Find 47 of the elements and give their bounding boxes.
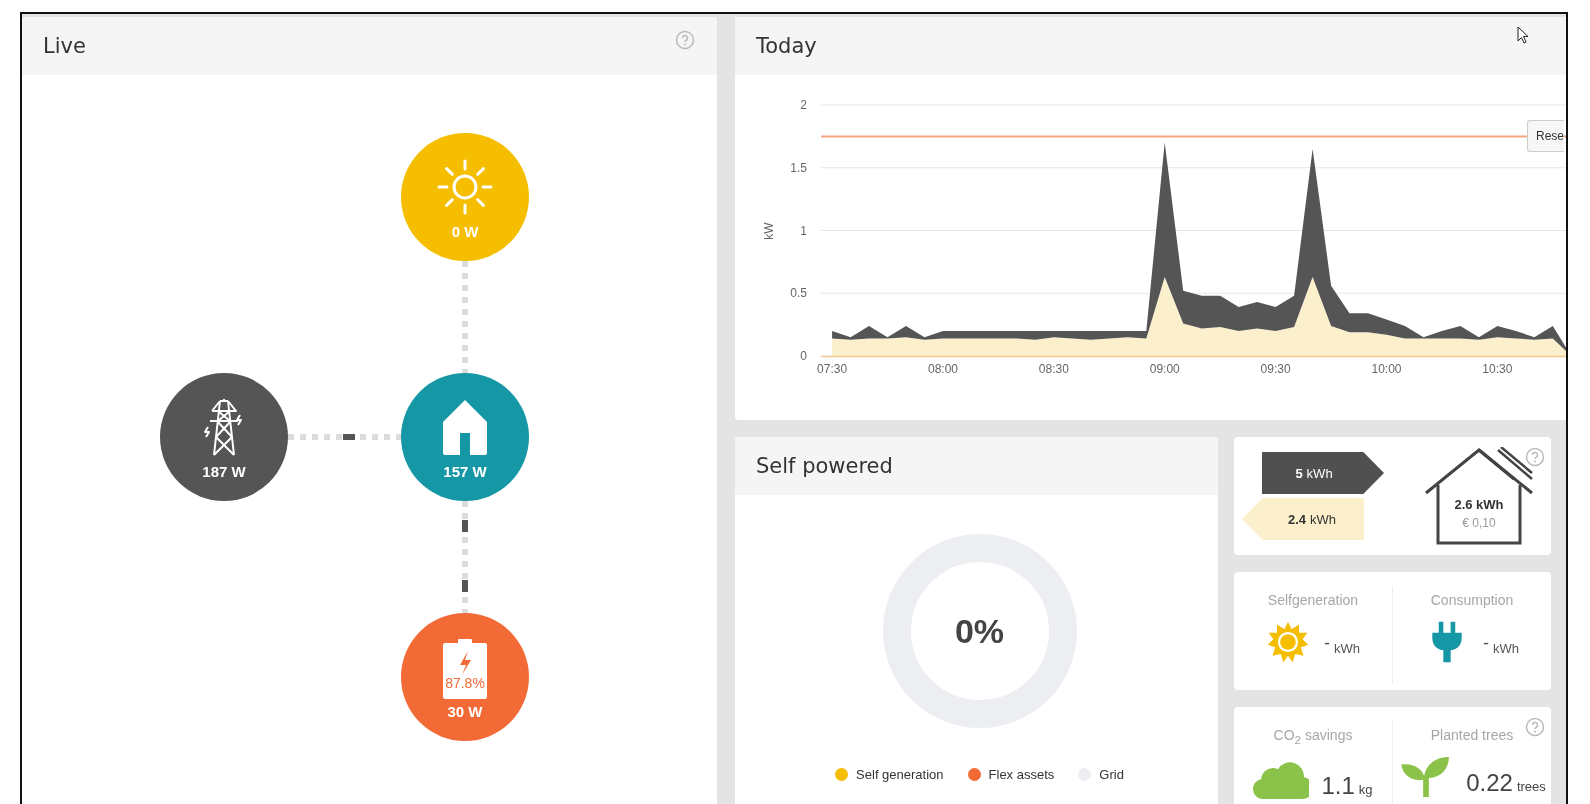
- x-tick-label: 10:00: [1371, 362, 1402, 376]
- stat-label: Planted trees: [1430, 727, 1514, 743]
- help-icon[interactable]: [1525, 717, 1545, 737]
- power-value: 0 W: [451, 222, 479, 240]
- power-value: 30 W: [447, 702, 483, 720]
- house-outline-icon: [1424, 447, 1534, 545]
- power-value: 187 W: [202, 462, 246, 480]
- power-value: 157 W: [443, 462, 487, 480]
- stat-value: -: [1324, 633, 1330, 655]
- stat-value: 0.22: [1466, 769, 1513, 797]
- x-tick-label: 09:00: [1149, 362, 1180, 376]
- help-icon[interactable]: [675, 30, 695, 50]
- legend-label: Self generation: [856, 767, 944, 782]
- reset-zoom-button[interactable]: Rese: [1527, 120, 1564, 152]
- y-tick-label: 0: [800, 349, 807, 363]
- y-tick-label: 0.5: [790, 286, 807, 301]
- stat-value: 1.1: [1321, 771, 1355, 800]
- stat-unit: kg: [1358, 781, 1373, 799]
- self-powered-percent: 0%: [954, 611, 1005, 651]
- mouse-pointer-icon: [1517, 26, 1529, 44]
- panel-title: Live: [43, 34, 86, 58]
- y-tick-label: 2: [800, 98, 807, 112]
- home-cost: € 0,10: [1461, 516, 1497, 530]
- panel-title: Self powered: [756, 454, 893, 478]
- stat-unit: kWh: [1334, 641, 1360, 658]
- legend-label: Flex assets: [988, 767, 1055, 782]
- y-tick-label: 1.5: [790, 160, 807, 175]
- battery-icon: [443, 638, 487, 699]
- help-icon[interactable]: [1525, 447, 1545, 467]
- stat-label: Consumption: [1430, 592, 1514, 608]
- home-energy: 2.6 kWh: [1453, 497, 1505, 512]
- battery-charge: 87.8%: [444, 674, 486, 691]
- x-tick-label: 09:30: [1260, 362, 1291, 376]
- x-tick-label: 08:30: [1038, 362, 1069, 376]
- x-tick-label: 10:30: [1482, 362, 1513, 376]
- panel-title: Today: [756, 34, 817, 58]
- sun-icon: [1266, 620, 1310, 664]
- x-tick-label: 07:30: [817, 362, 848, 376]
- stat-label: CO$_{2}$ savings: [1273, 727, 1353, 746]
- stat-unit: kWh: [1493, 641, 1519, 658]
- y-tick-label: 1: [800, 223, 807, 238]
- stat-value: -: [1483, 633, 1489, 655]
- legend-label: Grid: [1099, 767, 1124, 782]
- stat-label: Selfgeneration: [1267, 592, 1359, 608]
- stat-unit: trees: [1516, 779, 1546, 796]
- x-tick-label: 08:00: [927, 362, 958, 376]
- y-axis-label: kW: [762, 222, 776, 240]
